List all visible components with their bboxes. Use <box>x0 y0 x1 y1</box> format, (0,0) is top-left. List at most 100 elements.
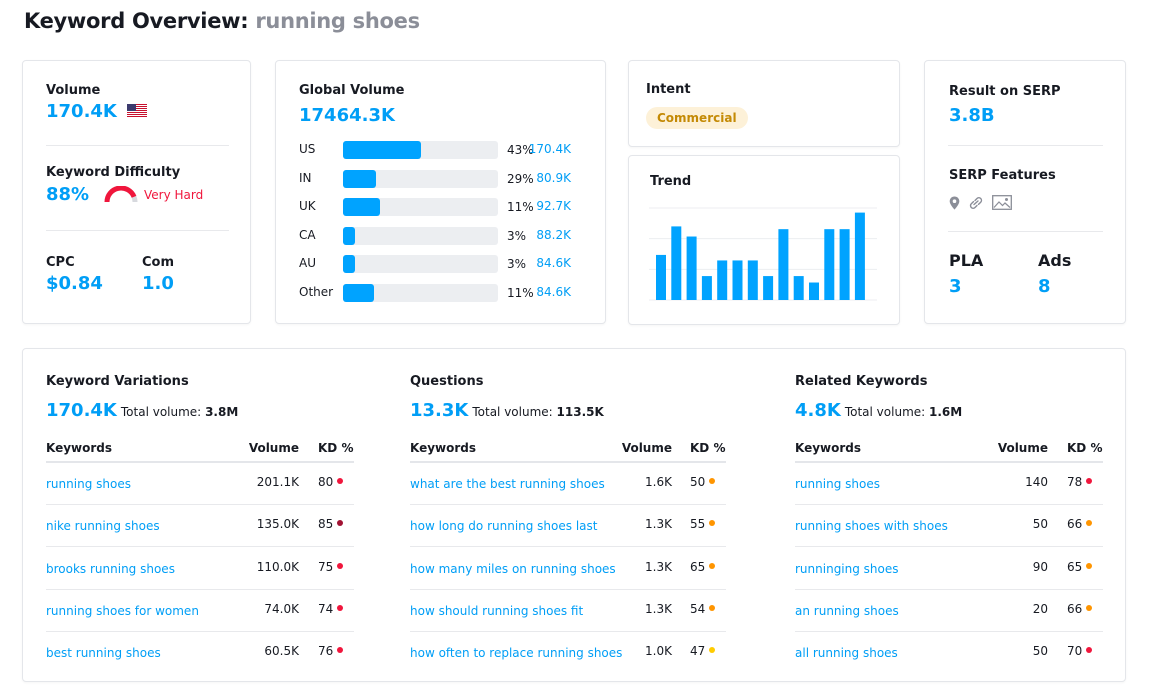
panel-title: Questions <box>410 374 484 389</box>
kd-dot-icon <box>709 604 716 611</box>
country-volume[interactable]: 88.2K <box>536 228 571 242</box>
trend-bar[interactable] <box>809 282 819 300</box>
global-volume-row: CA 3% 88.2K <box>299 226 599 245</box>
ads-label: Ads <box>1038 251 1072 270</box>
keyword-volume: 1.0K <box>645 644 672 659</box>
col-kd[interactable]: KD % <box>318 441 353 455</box>
kd-level: Very Hard <box>144 188 204 202</box>
keyword-kd: 54 <box>690 602 716 616</box>
keyword-kd: 70 <box>1067 644 1093 658</box>
pla-label: PLA <box>949 251 984 270</box>
trend-bar[interactable] <box>656 254 666 300</box>
panel-count[interactable]: 13.3K <box>410 400 468 421</box>
kd-dot-icon <box>1086 647 1093 654</box>
keyword-volume: 74.0K <box>264 601 299 616</box>
col-kd[interactable]: KD % <box>690 441 725 455</box>
divider <box>46 230 229 231</box>
trend-bar[interactable] <box>686 236 697 300</box>
col-keywords[interactable]: Keywords <box>46 441 112 455</box>
share-percent: 11% <box>507 285 534 300</box>
share-bar-track <box>343 169 498 188</box>
kd-dot-icon <box>709 520 716 527</box>
table-header: Keywords Volume KD % <box>46 435 354 463</box>
keyword-link[interactable]: an running shoes <box>795 604 899 618</box>
share-bar-fill <box>343 198 381 216</box>
keyword-link[interactable]: what are the best running shoes <box>410 477 605 491</box>
keyword-link[interactable]: runninging shoes <box>795 562 899 576</box>
serp-features-icons <box>949 195 1012 210</box>
keyword-kd: 78 <box>1067 475 1093 489</box>
trend-bar[interactable] <box>839 229 850 300</box>
country-volume[interactable]: 84.6K <box>536 256 571 270</box>
share-bar-track <box>343 198 498 216</box>
trend-bar[interactable] <box>793 276 804 300</box>
keyword-link[interactable]: how often to replace running shoes <box>410 646 622 660</box>
global-volume-row: AU 3% 84.6K <box>299 255 599 273</box>
share-bar-track <box>343 141 498 159</box>
cpc-value: $0.84 <box>46 273 103 294</box>
trend-bar[interactable] <box>671 226 682 300</box>
keyword-link[interactable]: running shoes for women <box>46 604 199 618</box>
table-row: nike running shoes 135.0K 85 <box>46 505 354 548</box>
col-keywords[interactable]: Keywords <box>410 441 476 455</box>
country-volume[interactable]: 92.7K <box>536 199 571 213</box>
kd-dot-icon <box>1086 520 1093 527</box>
keyword-link[interactable]: running shoes <box>46 477 131 491</box>
country-code: UK <box>299 199 316 213</box>
col-volume[interactable]: Volume <box>622 441 672 455</box>
country-volume[interactable]: 84.6K <box>536 285 571 299</box>
kd-value: 88% <box>46 184 90 205</box>
table-row: how often to replace running shoes 1.0K … <box>410 632 726 674</box>
share-bar-fill <box>343 226 356 245</box>
keyword-volume: 1.3K <box>645 517 672 532</box>
keyword-link[interactable]: best running shoes <box>46 646 161 660</box>
link-icon[interactable] <box>968 196 984 210</box>
trend-bar[interactable] <box>778 229 789 300</box>
panel-title: Keyword Variations <box>46 374 189 389</box>
com-value: 1.0 <box>142 273 174 294</box>
col-volume[interactable]: Volume <box>998 441 1048 455</box>
kd-dot-icon <box>337 647 344 654</box>
panel-count[interactable]: 170.4K <box>46 400 117 421</box>
trend-bar[interactable] <box>824 229 835 300</box>
global-volume-value: 17464.3K <box>299 105 395 126</box>
table-row: how should running shoes fit 1.3K 54 <box>410 590 726 632</box>
image-icon[interactable] <box>992 195 1012 210</box>
keyword-link[interactable]: how many miles on running shoes <box>410 562 616 576</box>
keyword-link[interactable]: nike running shoes <box>46 519 160 533</box>
panel-count[interactable]: 4.8K <box>795 400 841 421</box>
table-header: Keywords Volume KD % <box>410 435 726 463</box>
us-flag-icon <box>127 104 148 117</box>
keyword-volume: 20 <box>1032 601 1048 616</box>
country-volume[interactable]: 80.9K <box>536 171 571 185</box>
keyword-kd: 65 <box>1067 560 1093 574</box>
trend-bar[interactable] <box>717 260 728 300</box>
keyword-kd: 74 <box>318 602 344 616</box>
location-pin-icon[interactable] <box>949 196 960 210</box>
kd-dot-icon <box>709 562 716 569</box>
keyword-link[interactable]: how should running shoes fit <box>410 604 583 618</box>
country-volume[interactable]: 170.4K <box>529 142 571 156</box>
col-keywords[interactable]: Keywords <box>795 441 861 455</box>
trend-bar[interactable] <box>763 276 774 300</box>
col-volume[interactable]: Volume <box>249 441 299 455</box>
keyword-kd: 66 <box>1067 602 1093 616</box>
trend-bar[interactable] <box>732 260 743 300</box>
trend-bar[interactable] <box>854 212 865 300</box>
trend-bar[interactable] <box>701 276 712 300</box>
keyword-link[interactable]: running shoes with shoes <box>795 519 948 533</box>
col-kd[interactable]: KD % <box>1067 441 1102 455</box>
trend-chart <box>649 207 877 301</box>
keyword-link[interactable]: how long do running shoes last <box>410 519 597 533</box>
keyword-link[interactable]: brooks running shoes <box>46 562 175 576</box>
trend-bar[interactable] <box>747 260 758 300</box>
com-label: Com <box>142 255 175 270</box>
serp-result-value: 3.8B <box>949 105 995 126</box>
kd-dot-icon <box>337 562 344 569</box>
keyword-link[interactable]: running shoes <box>795 477 880 491</box>
trend-card: Trend <box>628 155 900 325</box>
keyword-link[interactable]: all running shoes <box>795 646 898 660</box>
keyword-tables-card: Keyword Variations 170.4K Total volume: 3… <box>22 348 1126 682</box>
panel-count-wrap: 4.8K Total volume: 1.6M <box>795 400 962 421</box>
country-code: Other <box>299 284 334 299</box>
